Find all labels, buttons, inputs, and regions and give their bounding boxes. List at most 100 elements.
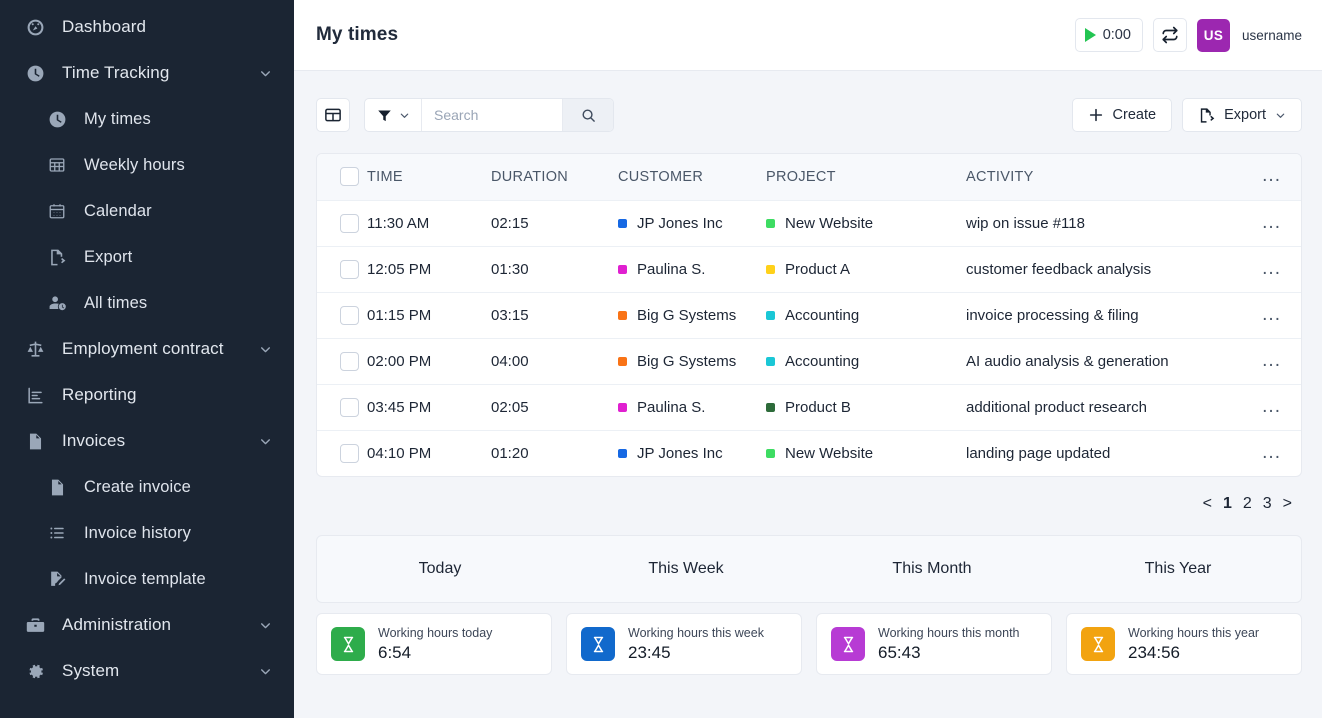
table-row[interactable]: 03:45 PM 02:05 Paulina S. Product B addition…	[317, 384, 1301, 431]
cell-customer: JP Jones Inc	[618, 430, 766, 476]
sidebar-item-time-tracking[interactable]: Time Tracking	[0, 50, 294, 96]
search-submit-button[interactable]	[562, 99, 613, 131]
chevron-down-icon[interactable]	[259, 435, 272, 448]
row-checkbox[interactable]	[340, 213, 359, 233]
select-all-checkbox[interactable]	[340, 167, 359, 187]
summary-card-value: 234:56	[1128, 642, 1180, 662]
sidebar-item-my-times[interactable]: My times	[0, 96, 294, 142]
start-timer-button[interactable]: 0:00	[1074, 18, 1143, 52]
period-tab-this-week[interactable]: This Week	[563, 536, 809, 602]
row-checkbox[interactable]	[340, 305, 359, 325]
cell-activity: invoice processing & filing	[966, 292, 1253, 339]
column-layout-button[interactable]	[316, 98, 350, 132]
sidebar-item-label: Export	[84, 247, 133, 266]
sidebar-item-weekly-hours[interactable]: Weekly hours	[0, 142, 294, 188]
chevron-down-icon	[1276, 113, 1285, 118]
sidebar-item-create-invoice[interactable]: Create invoice	[0, 464, 294, 510]
period-tab-this-month[interactable]: This Month	[809, 536, 1055, 602]
grid-icon	[48, 156, 74, 174]
pagination-prev[interactable]: <	[1203, 495, 1212, 513]
project-name: Accounting	[785, 352, 860, 370]
ellipsis-icon: ...	[1262, 349, 1281, 371]
summary-card-value: 6:54	[378, 642, 412, 662]
sidebar-item-label: Reporting	[62, 385, 137, 404]
chevron-down-icon[interactable]	[259, 665, 272, 678]
customer-color-dot	[618, 310, 627, 320]
table-row[interactable]: 12:05 PM 01:30 Paulina S. Product A customer…	[317, 246, 1301, 293]
sidebar-item-export[interactable]: Export	[0, 234, 294, 280]
column-header-activity[interactable]: ACTIVITY	[966, 154, 1253, 201]
customer-name: JP Jones Inc	[637, 444, 723, 462]
row-checkbox[interactable]	[340, 351, 359, 371]
column-header-customer[interactable]: CUSTOMER	[618, 154, 766, 201]
row-checkbox[interactable]	[340, 443, 359, 463]
sidebar-item-system[interactable]: System	[0, 648, 294, 694]
row-menu-button[interactable]: ...	[1253, 430, 1301, 476]
row-menu-button[interactable]: ...	[1253, 246, 1301, 293]
summary-card-value: 23:45	[628, 642, 671, 662]
sidebar-item-administration[interactable]: Administration	[0, 602, 294, 648]
cell-project: New Website	[766, 200, 966, 247]
table-row[interactable]: 01:15 PM 03:15 Big G Systems Accounting invo…	[317, 292, 1301, 339]
pagination-page-1[interactable]: 1	[1223, 495, 1232, 513]
cell-project: Product B	[766, 384, 966, 431]
sidebar-item-reporting[interactable]: Reporting	[0, 372, 294, 418]
table-row[interactable]: 02:00 PM 04:00 Big G Systems Accounting AI a…	[317, 338, 1301, 385]
customer-name: JP Jones Inc	[637, 214, 723, 232]
table-row[interactable]: 11:30 AM 02:15 JP Jones Inc New Website wip …	[317, 200, 1301, 247]
project-name: Accounting	[785, 306, 860, 324]
sidebar-item-label: My times	[84, 109, 151, 128]
row-checkbox[interactable]	[340, 259, 359, 279]
cell-duration: 02:15	[491, 200, 618, 247]
summary-card-text: Working hours today 6:54	[378, 626, 492, 663]
calendar-icon	[48, 202, 74, 220]
pagination-next[interactable]: >	[1283, 495, 1292, 513]
sidebar-item-invoices[interactable]: Invoices	[0, 418, 294, 464]
create-button[interactable]: Create	[1071, 98, 1173, 132]
sidebar-item-dashboard[interactable]: Dashboard	[0, 4, 294, 50]
chevron-down-icon[interactable]	[259, 67, 272, 80]
timer-value: 0:00	[1102, 27, 1131, 43]
avatar[interactable]: US	[1196, 18, 1230, 52]
row-checkbox[interactable]	[340, 397, 359, 417]
sidebar-item-invoice-history[interactable]: Invoice history	[0, 510, 294, 556]
table-row[interactable]: 04:10 PM 01:20 JP Jones Inc New Website land…	[317, 430, 1301, 476]
customer-color-dot	[618, 448, 627, 458]
ellipsis-icon: ...	[1262, 303, 1281, 325]
search-input[interactable]	[422, 99, 562, 131]
edit-doc-icon	[48, 570, 74, 589]
sidebar-item-label: Administration	[62, 615, 172, 634]
chevron-down-icon[interactable]	[259, 619, 272, 632]
export-button[interactable]: Export	[1182, 98, 1302, 132]
chevron-down-icon[interactable]	[259, 343, 272, 356]
cell-time: 01:15 PM	[367, 292, 491, 339]
pagination-page-3[interactable]: 3	[1263, 495, 1272, 513]
column-header-project[interactable]: PROJECT	[766, 154, 966, 201]
switch-duration-button[interactable]	[1152, 18, 1187, 52]
toolbar-actions: Create Export	[1071, 98, 1302, 132]
row-menu-button[interactable]: ...	[1253, 200, 1301, 247]
column-header-duration[interactable]: DURATION	[491, 154, 618, 201]
row-menu-button[interactable]: ...	[1253, 384, 1301, 431]
header-menu-button[interactable]: ...	[1253, 154, 1301, 201]
hourglass-icon	[831, 627, 865, 661]
row-select-cell	[317, 292, 367, 339]
cell-customer: Big G Systems	[618, 338, 766, 385]
customer-name: Big G Systems	[637, 306, 737, 324]
sidebar-item-employment-contract[interactable]: Employment contract	[0, 326, 294, 372]
period-tab-today[interactable]: Today	[317, 536, 563, 602]
period-tab-this-year[interactable]: This Year	[1055, 536, 1301, 602]
sidebar-item-all-times[interactable]: All times	[0, 280, 294, 326]
row-menu-button[interactable]: ...	[1253, 338, 1301, 385]
cell-activity: landing page updated	[966, 444, 1111, 462]
pagination-page-2[interactable]: 2	[1243, 495, 1252, 513]
column-header-time[interactable]: TIME	[367, 154, 491, 201]
row-menu-button[interactable]: ...	[1253, 292, 1301, 339]
sidebar-item-invoice-template[interactable]: Invoice template	[0, 556, 294, 602]
filter-button[interactable]	[365, 99, 422, 131]
sidebar-item-label: Invoices	[62, 431, 126, 450]
project-color-dot	[766, 356, 775, 366]
plus-icon	[1089, 108, 1102, 122]
sidebar-item-calendar[interactable]: Calendar	[0, 188, 294, 234]
sidebar-item-label: System	[62, 661, 120, 680]
